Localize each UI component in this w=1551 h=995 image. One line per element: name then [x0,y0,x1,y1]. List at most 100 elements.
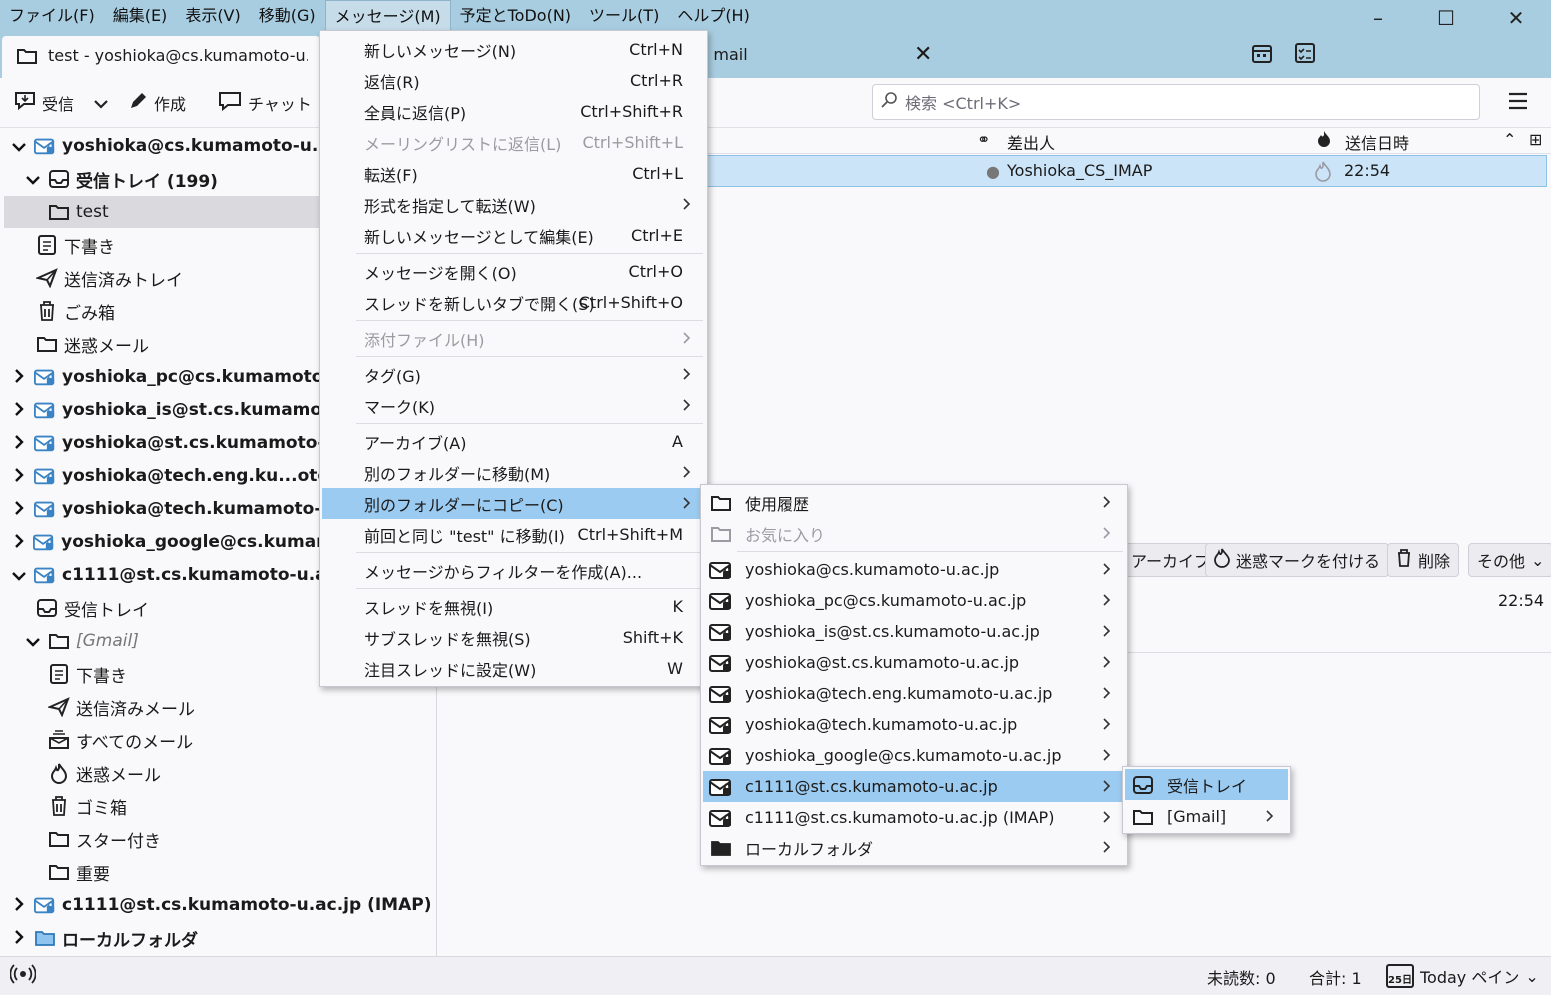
menu-message[interactable]: メッセージ(M) [324,0,451,32]
maximize-button[interactable]: ☐ [1426,6,1466,32]
chevron-down-icon[interactable] [24,632,42,651]
copy-target-item[interactable]: c1111@st.cs.kumamoto-u.ac.jp [703,771,1125,802]
copy-target-item[interactable]: yoshioka_google@cs.kumamoto-u.ac.jp [703,740,1125,771]
thread-col-date[interactable]: 送信日時 [1345,130,1409,154]
online-status-icon[interactable] [9,964,37,988]
account-inbox-item[interactable]: 受信トレイ [1125,769,1288,800]
message-menu-item[interactable]: タグ(G) [322,359,705,390]
copy-target-item[interactable]: yoshioka@cs.kumamoto-u.ac.jp [703,554,1125,585]
message-menu-item[interactable]: 新しいメッセージとして編集(E) Ctrl+E [322,220,705,251]
message-menu-item[interactable]: メッセージを開く(O) Ctrl+O [322,256,705,287]
account-gmail-item[interactable]: [Gmail] [1125,801,1288,832]
message-menu-item[interactable]: 新しいメッセージ(N) Ctrl+N [322,34,705,65]
chevron-right-icon[interactable] [10,896,28,915]
folder-trash[interactable]: ゴミ箱 [0,790,436,822]
mark-junk-button[interactable]: 迷惑マークを付ける [1205,543,1390,577]
compose-button[interactable]: 作成 [128,88,186,118]
chevron-right-icon[interactable] [10,500,28,519]
folder-all-mail[interactable]: すべてのメール [0,724,436,756]
menu-item-shortcut: Ctrl+Shift+R [580,102,683,121]
menu-go[interactable]: 移動(G) [250,0,325,32]
message-menu-item[interactable]: 注目スレッドに設定(W) W [322,653,705,684]
copy-target-item[interactable]: yoshioka_is@st.cs.kumamoto-u.ac.jp [703,616,1125,647]
folder-starred[interactable]: スター付き [0,823,436,855]
hamburger-menu-icon[interactable] [1508,92,1528,114]
tab-title: test - yoshioka@cs.kumamoto-u.ac.jp [48,46,308,65]
menu-events-tasks[interactable]: 予定とToDo(N) [451,0,580,32]
chevron-right-icon [1103,524,1111,543]
chat-button[interactable]: チャット [218,88,312,118]
folder-important[interactable]: 重要 [0,856,436,888]
menu-view[interactable]: 表示(V) [176,0,249,32]
copy-target-item[interactable]: yoshioka@tech.kumamoto-u.ac.jp [703,709,1125,740]
copy-target-item[interactable]: c1111@st.cs.kumamoto-u.ac.jp (IMAP) [703,802,1125,833]
column-picker-icon[interactable]: ⊞ [1529,130,1542,149]
folder-junk[interactable]: 迷惑メール [0,757,436,789]
message-menu-item[interactable]: メーリングリストに返信(L) Ctrl+Shift+L [322,127,705,158]
folder-sent[interactable]: 送信済みメール [0,691,436,723]
message-menu-item[interactable]: 添付ファイル(H) [322,323,705,354]
account-row[interactable]: c1111@st.cs.kumamoto-u.ac.jp (IMAP) [0,889,436,921]
message-menu-item[interactable]: 返信(R) Ctrl+R [322,65,705,96]
chevron-right-icon[interactable] [10,434,28,453]
sort-ascending-icon[interactable]: ⌃ [1503,130,1516,149]
menu-file[interactable]: ファイル(F) [0,0,104,32]
close-button[interactable]: ✕ [1496,6,1536,32]
message-menu-item[interactable]: スレッドを新しいタブで開く(S) Ctrl+Shift+O [322,287,705,318]
copy-target-item[interactable]: ローカルフォルダ [703,832,1125,863]
menu-item-label: 別のフォルダーに移動(M) [364,464,551,484]
receive-dropdown[interactable] [94,88,108,118]
chevron-down-icon[interactable] [10,137,28,156]
junk-status-icon[interactable] [1314,160,1332,186]
message-menu-item[interactable]: アーカイブ(A) A [322,426,705,457]
chevron-right-icon [683,494,691,513]
menu-help[interactable]: ヘルプ(H) [668,0,759,32]
minimize-button[interactable]: – [1358,6,1398,32]
menu-tools[interactable]: ツール(T) [580,0,668,32]
today-pane-toggle[interactable]: 25日 Today ペイン ⌄ [1386,961,1539,991]
local-folders-row[interactable]: ローカルフォルダ [0,922,436,954]
message-menu-item[interactable]: サブスレッドを無視(S) Shift+K [322,622,705,653]
chevron-right-icon[interactable] [10,467,28,486]
junk-col-icon[interactable] [1317,130,1331,152]
message-menu-item[interactable]: メッセージからフィルターを作成(A)... [322,555,705,586]
tasks-icon[interactable] [1294,42,1316,68]
message-menu-item[interactable]: 別のフォルダーにコピー(C) [322,488,705,519]
calendar-icon[interactable] [1251,42,1273,68]
chevron-right-icon[interactable] [10,533,27,552]
tab-mail[interactable]: test - yoshioka@cs.kumamoto-u.ac.jp [2,36,320,78]
copy-target-item[interactable]: 使用履歴 [703,487,1125,518]
menu-item-shortcut: Ctrl+L [632,164,683,183]
close-tab-icon[interactable]: ✕ [914,42,932,67]
menu-item-label: メッセージからフィルターを作成(A)... [364,562,643,582]
search-input[interactable]: 検索 <Ctrl+K> [872,84,1480,120]
folder-label: 重要 [76,864,110,885]
message-menu-item[interactable]: 前回と同じ "test" に移動(I) Ctrl+Shift+M [322,519,705,550]
other-actions-button[interactable]: その他 ⌄ [1468,543,1551,577]
junk-icon [1214,548,1230,572]
chevron-right-icon [1266,807,1274,826]
copy-target-item[interactable]: yoshioka@tech.eng.kumamoto-u.ac.jp [703,678,1125,709]
delete-button[interactable]: 削除 [1387,543,1460,577]
copy-target-item[interactable]: お気に入り [703,518,1125,549]
chevron-down-icon[interactable] [10,566,28,585]
folder-label: 受信トレイ [64,600,149,621]
receive-button[interactable]: 受信 [14,88,74,118]
chevron-right-icon[interactable] [10,368,28,387]
message-menu-item[interactable]: 別のフォルダーに移動(M) [322,457,705,488]
copy-target-item[interactable]: yoshioka_pc@cs.kumamoto-u.ac.jp [703,585,1125,616]
menu-edit[interactable]: 編集(E) [104,0,177,32]
thread-col-sender[interactable]: 差出人 [1007,130,1055,154]
message-menu-item[interactable]: スレッドを無視(I) K [322,591,705,622]
menu-item-shortcut: K [672,597,684,616]
copy-target-item[interactable]: yoshioka@st.cs.kumamoto-u.ac.jp [703,647,1125,678]
message-menu-item[interactable]: 形式を指定して転送(W) [322,189,705,220]
tab-message[interactable]: t mail ✕ [700,36,950,78]
chevron-right-icon[interactable] [10,401,28,420]
chevron-down-icon[interactable] [24,170,42,189]
message-menu-item[interactable]: マーク(K) [322,390,705,421]
chevron-right-icon[interactable] [10,929,28,948]
message-menu-item[interactable]: 全員に返信(P) Ctrl+Shift+R [322,96,705,127]
message-menu-item[interactable]: 転送(F) Ctrl+L [322,158,705,189]
thread-col-icon[interactable]: ⚭ [977,130,990,149]
